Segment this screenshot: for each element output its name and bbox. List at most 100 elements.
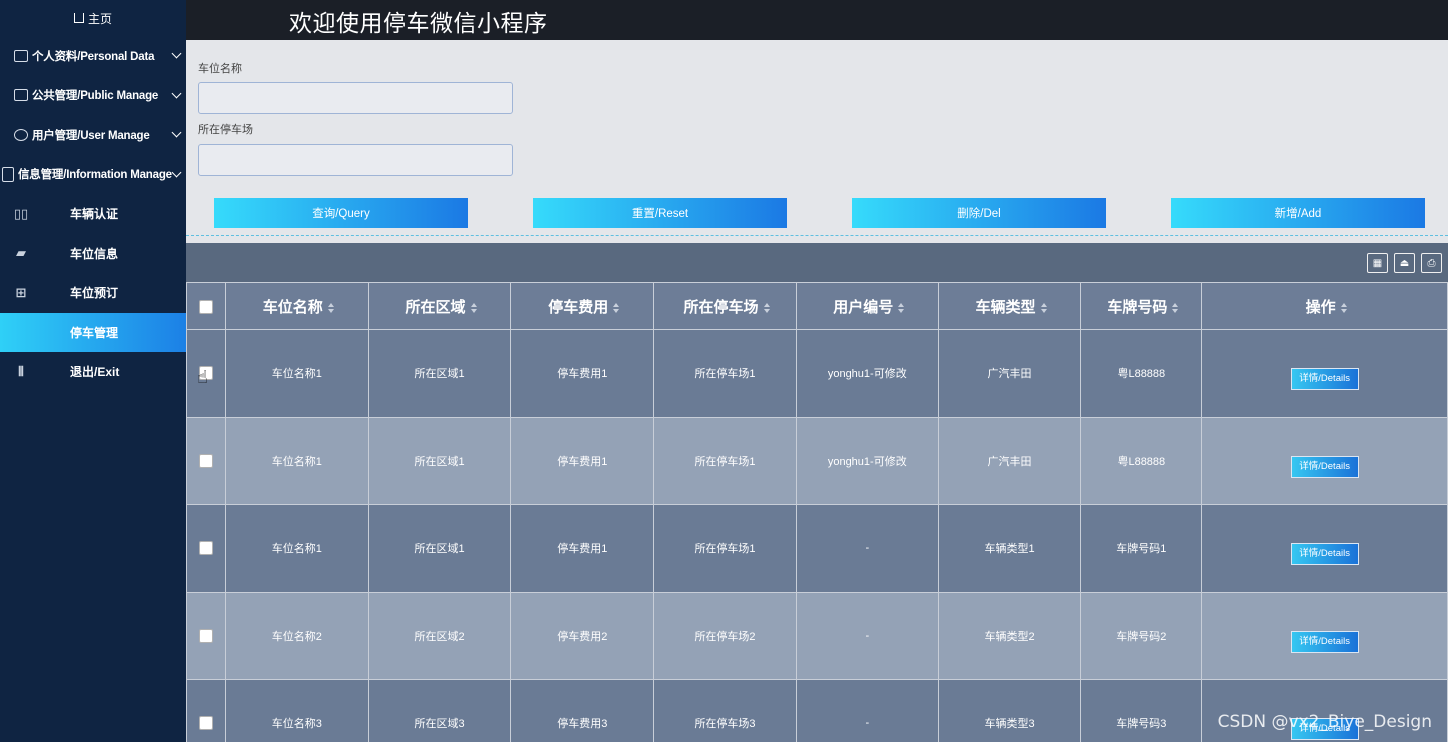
- table-header-row: 车位名称 所在区域 停车费用 所在停车场 用户编号 车辆类型 车牌号码 操作: [186, 282, 1448, 330]
- sidebar-group-information-manage[interactable]: 信息管理/Information Manage: [0, 155, 186, 195]
- sidebar-item-parking-space-info[interactable]: ▰ 车位信息: [0, 234, 186, 274]
- column-header[interactable]: 车位名称: [224, 282, 369, 330]
- chevron-down-icon: [171, 127, 182, 138]
- sidebar-group-label: 公共管理/Public Manage: [32, 90, 159, 103]
- actions-cell: 详情/Details: [1201, 416, 1448, 505]
- row-checkbox[interactable]: [198, 628, 213, 643]
- row-select-cell[interactable]: [186, 679, 226, 742]
- sidebar-group-label: 用户管理/User Manage: [32, 129, 150, 142]
- column-header-label: 车辆类型: [975, 298, 1036, 316]
- table-cell: 所在区域1: [367, 504, 512, 593]
- table-cell: 停车费用2: [510, 591, 655, 680]
- actions-cell: 详情/Details: [1201, 504, 1448, 593]
- library-icon: ⫴: [18, 363, 24, 379]
- table-row: 车位名称2 所在区域2 停车费用2 所在停车场2- 车辆类型2 车牌号码2 详情/Detai…: [186, 591, 1448, 680]
- row-checkbox[interactable]: [198, 541, 213, 556]
- table-cell: 停车费用1: [510, 416, 655, 505]
- sidebar-group-label: 个人资料/Personal Data: [32, 50, 155, 63]
- table-row: 车位名称1 所在区域1 停车费用1 所在停车场1 yonghu1-可修改 广汽丰田 粤L88…: [186, 329, 1448, 418]
- table-toolbar: ▦ ⏏ ⎙: [1367, 253, 1442, 273]
- document-icon: [2, 166, 14, 182]
- column-header-label: 操作: [1305, 298, 1336, 316]
- space-name-input[interactable]: [198, 82, 513, 114]
- details-button[interactable]: 详情/Details: [1290, 630, 1359, 653]
- row-select-cell[interactable]: [186, 591, 226, 680]
- sidebar-item-parking-management[interactable]: 停车管理: [0, 312, 186, 352]
- chevron-down-icon: [171, 48, 182, 59]
- column-header[interactable]: 车牌号码: [1080, 282, 1203, 330]
- column-header-label: 所在区域: [405, 298, 466, 316]
- column-header[interactable]: 车辆类型: [937, 282, 1082, 330]
- table-cell: -: [795, 679, 939, 742]
- grid-search-icon: ⊞: [15, 284, 27, 300]
- sidebar-item-label: 退出/Exit: [70, 365, 120, 380]
- row-select-cell[interactable]: [186, 504, 226, 593]
- sidebar-item-space-booking[interactable]: ⊞ 车位预订: [0, 273, 186, 313]
- details-button[interactable]: 详情/Details: [1290, 368, 1359, 391]
- sidebar-group-personal-data[interactable]: 个人资料/Personal Data: [0, 36, 186, 76]
- columns-icon[interactable]: ▦: [1367, 253, 1388, 273]
- table-cell: -: [795, 504, 939, 593]
- sidebar-item-label: 车辆认证: [70, 207, 119, 222]
- sidebar-item-vehicle-certification[interactable]: ▯▯ 车辆认证: [0, 194, 186, 234]
- sidebar-group-user-manage[interactable]: 用户管理/User Manage: [0, 115, 186, 155]
- table-panel: ▦ ⏏ ⎙ 车位名称 所在区域 停车费用 所在停车场 用户编号 车辆类型 车牌号…: [186, 243, 1448, 742]
- row-checkbox[interactable]: [198, 453, 213, 468]
- table-cell: 所在区域1: [367, 416, 512, 505]
- column-header-label: 停车费用: [548, 298, 609, 316]
- space-name-label: 车位名称: [198, 63, 242, 75]
- column-header[interactable]: 用户编号: [795, 282, 939, 330]
- column-header[interactable]: 所在停车场: [653, 282, 797, 330]
- reset-button[interactable]: 重置/Reset: [533, 198, 787, 228]
- table-cell: 广汽丰田: [937, 329, 1082, 418]
- row-select-cell[interactable]: [186, 329, 226, 418]
- column-header[interactable]: 所在区域: [367, 282, 512, 330]
- table-cell: 所在停车场2: [653, 591, 797, 680]
- ruler-icon: ▰: [16, 245, 26, 261]
- column-header-label: 车牌号码: [1107, 298, 1168, 316]
- table-cell: 所在区域3: [367, 679, 512, 742]
- table-cell: 车位名称3: [224, 679, 369, 742]
- row-checkbox[interactable]: [198, 716, 213, 731]
- select-all-checkbox[interactable]: [198, 299, 213, 314]
- sidebar-item-label: 车位预订: [70, 286, 119, 301]
- print-icon[interactable]: ⎙: [1421, 253, 1442, 273]
- table-cell: 停车费用1: [510, 329, 655, 418]
- table-cell: 车牌号码1: [1080, 504, 1203, 593]
- search-panel: 车位名称 所在停车场 查询/Query 重置/Reset 删除/Del 新增/A…: [186, 40, 1448, 236]
- details-button[interactable]: 详情/Details: [1290, 455, 1359, 478]
- table-cell: 车辆类型2: [937, 591, 1082, 680]
- table-cell: 所在停车场3: [653, 679, 797, 742]
- table-cell: 车位名称1: [224, 416, 369, 505]
- table-cell: 所在区域1: [367, 329, 512, 418]
- column-header-label: 所在停车场: [683, 298, 759, 316]
- user-edit-icon: [14, 128, 28, 141]
- table-cell: 广汽丰田: [937, 416, 1082, 505]
- row-checkbox[interactable]: [198, 366, 213, 381]
- table-cell: yonghu1-可修改: [795, 329, 939, 418]
- sidebar-home-label: 主页: [87, 11, 112, 26]
- sidebar-item-exit[interactable]: ⫴ 退出/Exit: [0, 352, 186, 392]
- column-header[interactable]: 操作: [1201, 282, 1448, 330]
- select-all-cell[interactable]: [186, 282, 226, 330]
- column-header[interactable]: 停车费用: [510, 282, 655, 330]
- table-cell: 车位名称1: [224, 504, 369, 593]
- table-cell: 车牌号码2: [1080, 591, 1203, 680]
- sidebar: 主页 个人资料/Personal Data 公共管理/Public Manage…: [0, 0, 186, 742]
- add-button[interactable]: 新增/Add: [1171, 198, 1425, 228]
- sidebar-group-public-manage[interactable]: 公共管理/Public Manage: [0, 76, 186, 116]
- table-cell: 所在停车场1: [653, 504, 797, 593]
- delete-button[interactable]: 删除/Del: [852, 198, 1106, 228]
- export-icon[interactable]: ⏏: [1394, 253, 1415, 273]
- query-button[interactable]: 查询/Query: [214, 198, 468, 228]
- details-button[interactable]: 详情/Details: [1290, 543, 1359, 566]
- table-cell: 停车费用1: [510, 504, 655, 593]
- id-card-icon: [14, 49, 28, 62]
- row-select-cell[interactable]: [186, 416, 226, 505]
- chevron-down-icon: [171, 88, 182, 99]
- parking-lot-input[interactable]: [198, 144, 513, 176]
- sidebar-item-label: 停车管理: [70, 325, 119, 340]
- table-cell: 车位名称1: [224, 329, 369, 418]
- top-header: 欢迎使用停车微信小程序: [186, 0, 1448, 40]
- sidebar-home[interactable]: 主页: [0, 0, 186, 36]
